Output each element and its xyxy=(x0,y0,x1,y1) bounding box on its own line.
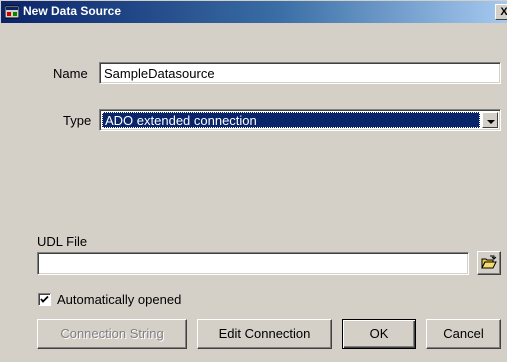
name-input[interactable]: SampleDatasource xyxy=(99,62,501,84)
chevron-down-icon[interactable] xyxy=(482,112,498,128)
auto-open-checkbox[interactable] xyxy=(38,293,51,306)
cancel-label: Cancel xyxy=(443,326,484,341)
cancel-button[interactable]: Cancel xyxy=(426,319,501,349)
type-select[interactable]: ADO extended connection xyxy=(99,109,501,131)
ok-button[interactable]: OK xyxy=(342,319,416,349)
ok-label: OK xyxy=(369,326,389,341)
edit-connection-button[interactable]: Edit Connection xyxy=(197,319,332,349)
auto-open-label[interactable]: Automatically opened xyxy=(57,292,181,307)
connection-string-label: Connection String xyxy=(60,326,164,341)
type-value: ADO extended connection xyxy=(105,113,257,128)
data-source-icon xyxy=(4,5,20,19)
edit-connection-label: Edit Connection xyxy=(218,326,311,341)
browse-button[interactable] xyxy=(477,251,501,275)
title-bar[interactable]: New Data Source X xyxy=(1,1,507,23)
checkmark-icon xyxy=(40,295,49,303)
udl-file-input[interactable] xyxy=(37,252,469,275)
name-label: Name xyxy=(53,66,88,81)
close-button[interactable]: X xyxy=(495,4,507,20)
new-data-source-dialog: New Data Source X Name SampleDatasource … xyxy=(0,0,507,362)
type-label: Type xyxy=(63,113,92,128)
type-selected-item: ADO extended connection xyxy=(102,112,480,128)
window-title: New Data Source xyxy=(23,4,122,18)
folder-open-icon xyxy=(481,255,497,274)
name-value: SampleDatasource xyxy=(104,66,215,81)
udl-file-label: UDL File xyxy=(37,234,88,249)
connection-string-button[interactable]: Connection String xyxy=(37,319,187,349)
